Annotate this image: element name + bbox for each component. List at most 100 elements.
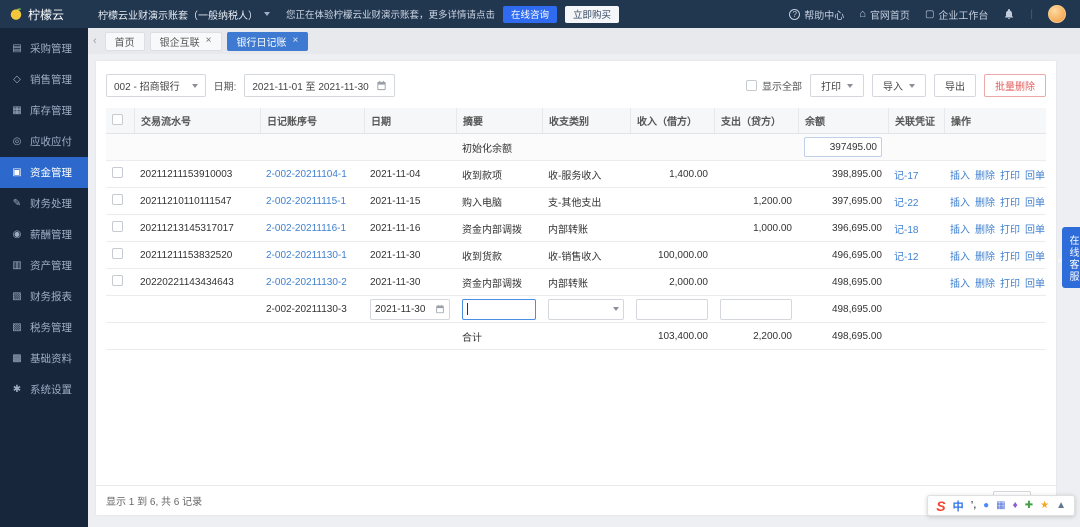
total-balance: 498,695.00 xyxy=(831,330,882,342)
bank-account-select[interactable]: 002 - 招商银行 xyxy=(106,74,206,97)
sidebar-item-finance-processing[interactable]: ✎ 财务处理 xyxy=(0,188,88,219)
journal-no-link[interactable]: 2-002-20211104-1 xyxy=(266,169,347,180)
sidebar-item-funds[interactable]: ▣ 资金管理 xyxy=(0,157,88,188)
voucher-link[interactable]: 记-18 xyxy=(894,225,918,236)
delete-action[interactable]: 删除 xyxy=(975,194,995,209)
new-income-input[interactable] xyxy=(636,298,708,320)
account-set-select[interactable]: 柠檬云业财演示账套（一般纳税人） xyxy=(88,7,280,22)
receipt-action[interactable]: 回单 xyxy=(1025,275,1045,290)
row-checkbox[interactable] xyxy=(112,275,123,286)
total-income: 103,400.00 xyxy=(657,330,708,342)
show-all-checkbox[interactable]: 显示全部 xyxy=(746,78,802,93)
row-checkbox[interactable] xyxy=(112,167,123,178)
select-all-checkbox[interactable] xyxy=(112,113,123,125)
user-avatar[interactable] xyxy=(1048,5,1066,23)
sidebar-item-sales[interactable]: ◇ 销售管理 xyxy=(0,64,88,95)
sidebar-item-label: 财务处理 xyxy=(30,198,72,210)
app-logo[interactable]: 柠檬云 xyxy=(0,6,88,23)
ime-mic-icon[interactable] xyxy=(1013,501,1018,511)
journal-row: 20211211153910003 2-002-20211104-1 2021-… xyxy=(106,161,1046,188)
new-expense-input[interactable] xyxy=(720,298,792,320)
ime-punct-indicator[interactable]: ’, xyxy=(971,500,977,511)
buy-now-button[interactable]: 立即购买 xyxy=(565,5,620,23)
row-actions: 插入 删除 打印 回单 xyxy=(944,221,1046,236)
batch-delete-button[interactable]: 批量删除 xyxy=(984,74,1046,97)
journal-no-link[interactable]: 2-002-20211116-1 xyxy=(266,223,346,234)
insert-action[interactable]: 插入 xyxy=(950,248,970,263)
receipt-action[interactable]: 回单 xyxy=(1025,221,1045,236)
insert-action[interactable]: 插入 xyxy=(950,194,970,209)
tab-bank-enterprise-link[interactable]: 银企互联 xyxy=(149,31,222,51)
bank-journal-table: 交易流水号 日记账序号 日期 摘要 收支类别 收入（借方） 支出（贷方） 余额 … xyxy=(96,108,1056,350)
sidebar-item-icon: ▩ xyxy=(12,353,22,364)
sidebar-item-receivable-payable[interactable]: ◎ 应收应付 xyxy=(0,126,88,157)
ime-tool-icon[interactable] xyxy=(1025,501,1033,511)
sidebar-item-base-data[interactable]: ▩ 基础资料 xyxy=(0,343,88,374)
date-range-picker[interactable]: 2021-11-01 至 2021-11-30 xyxy=(244,74,395,97)
tab-close-icon[interactable] xyxy=(206,36,212,46)
print-action[interactable]: 打印 xyxy=(1000,248,1020,263)
print-button[interactable]: 打印 xyxy=(810,74,864,97)
journal-no-link[interactable]: 2-002-20211115-1 xyxy=(266,196,346,207)
sidebar-item-purchase[interactable]: ▤ 采购管理 xyxy=(0,33,88,64)
notifications-button[interactable] xyxy=(1003,8,1015,20)
journal-no-link[interactable]: 2-002-20211130-2 xyxy=(266,277,347,288)
import-button[interactable]: 导入 xyxy=(872,74,926,97)
tab-bank-journal[interactable]: 银行日记账 xyxy=(226,31,309,51)
new-summary-input[interactable] xyxy=(462,298,536,320)
delete-action[interactable]: 删除 xyxy=(975,221,995,236)
receipt-action[interactable]: 回单 xyxy=(1025,194,1045,209)
enterprise-workspace-link[interactable]: 企业工作台 xyxy=(925,7,988,22)
caret-down-icon xyxy=(909,83,915,88)
account-set-name: 柠檬云业财演示账套（一般纳税人） xyxy=(98,10,258,22)
ime-mode-indicator[interactable]: 中 xyxy=(953,498,964,514)
new-category-select[interactable] xyxy=(548,298,624,320)
online-service-widget[interactable]: 在线客服 « xyxy=(1055,227,1080,288)
insert-action[interactable]: 插入 xyxy=(950,275,970,290)
help-center-link[interactable]: 帮助中心 xyxy=(789,7,844,22)
receipt-action[interactable]: 回单 xyxy=(1025,248,1045,263)
new-date-input[interactable]: 2021-11-30 xyxy=(370,298,450,320)
sidebar-item-icon: ◎ xyxy=(12,136,22,147)
voucher-link[interactable]: 记-22 xyxy=(894,198,918,209)
lemon-logo-icon xyxy=(10,8,22,20)
ime-keyboard-icon[interactable] xyxy=(996,501,1005,511)
tab-scroll-left-icon[interactable] xyxy=(90,35,100,47)
ime-tool-icon[interactable] xyxy=(983,501,989,511)
sogou-logo-icon[interactable]: S xyxy=(936,499,945,513)
sidebar-item-reports[interactable]: ▧ 财务报表 xyxy=(0,281,88,312)
official-home-link[interactable]: 官网首页 xyxy=(859,7,910,22)
sidebar-item-inventory[interactable]: ▦ 库存管理 xyxy=(0,95,88,126)
tab-list: 首页 银企互联 银行日记账 xyxy=(104,31,309,51)
row-checkbox[interactable] xyxy=(112,194,123,205)
table-header-row: 交易流水号 日记账序号 日期 摘要 收支类别 收入（借方） 支出（贷方） 余额 … xyxy=(106,108,1046,134)
ime-skin-icon[interactable] xyxy=(1040,501,1049,511)
print-action[interactable]: 打印 xyxy=(1000,221,1020,236)
voucher-link[interactable]: 记-17 xyxy=(894,171,918,182)
row-checkbox[interactable] xyxy=(112,248,123,259)
voucher-link[interactable]: 记-12 xyxy=(894,252,918,263)
insert-action[interactable]: 插入 xyxy=(950,167,970,182)
row-checkbox[interactable] xyxy=(112,221,123,232)
tab-close-icon[interactable] xyxy=(293,36,299,46)
sidebar-item-payroll[interactable]: ◉ 薪酬管理 xyxy=(0,219,88,250)
bank-journal-card: 002 - 招商银行 日期: 2021-11-01 至 2021-11-30 显… xyxy=(96,61,1056,515)
print-action[interactable]: 打印 xyxy=(1000,275,1020,290)
tab-home[interactable]: 首页 xyxy=(104,31,145,51)
sidebar-item-assets[interactable]: ▥ 资产管理 xyxy=(0,250,88,281)
sidebar-item-system-settings[interactable]: ✱ 系统设置 xyxy=(0,374,88,405)
col-summary: 摘要 xyxy=(456,108,542,133)
print-action[interactable]: 打印 xyxy=(1000,167,1020,182)
ime-menu-icon[interactable] xyxy=(1056,501,1066,511)
export-button[interactable]: 导出 xyxy=(934,74,976,97)
delete-action[interactable]: 删除 xyxy=(975,167,995,182)
delete-action[interactable]: 删除 xyxy=(975,248,995,263)
insert-action[interactable]: 插入 xyxy=(950,221,970,236)
sidebar-item-tax[interactable]: ▨ 税务管理 xyxy=(0,312,88,343)
print-action[interactable]: 打印 xyxy=(1000,194,1020,209)
init-balance-input[interactable] xyxy=(804,137,882,157)
online-consult-button[interactable]: 在线咨询 xyxy=(503,5,558,23)
receipt-action[interactable]: 回单 xyxy=(1025,167,1045,182)
delete-action[interactable]: 删除 xyxy=(975,275,995,290)
journal-no-link[interactable]: 2-002-20211130-1 xyxy=(266,250,347,261)
